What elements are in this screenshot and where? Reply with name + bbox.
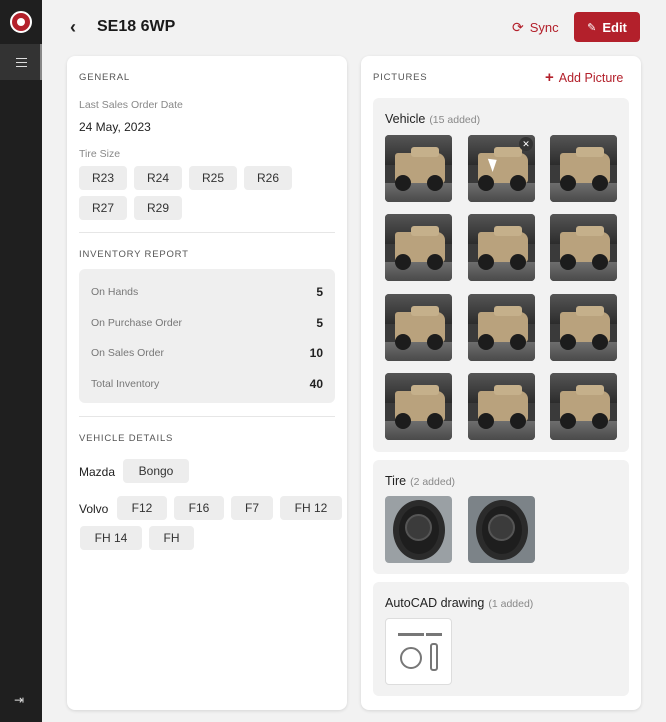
tire-size-chip: R25 bbox=[189, 166, 237, 190]
group-title: AutoCAD drawing (1 added) bbox=[385, 596, 533, 610]
inventory-row: On Hands 5 bbox=[79, 283, 335, 303]
tire-pictures-group: Tire (2 added) bbox=[373, 460, 629, 574]
vehicle-thumbnail[interactable] bbox=[468, 214, 535, 281]
group-title: Tire (2 added) bbox=[385, 474, 455, 488]
vehicle-thumbnail[interactable] bbox=[468, 373, 535, 440]
group-title-text: Tire bbox=[385, 474, 407, 488]
tire-size-chip: R23 bbox=[79, 166, 127, 190]
tire-thumbnail[interactable] bbox=[468, 496, 535, 563]
pictures-heading: PICTURES bbox=[373, 72, 428, 83]
tire-size-chip: R27 bbox=[79, 196, 127, 220]
inventory-row-value: 10 bbox=[309, 346, 323, 360]
top-bar: ‹ SE18 6WP ⟳ Sync ✎ Edit bbox=[42, 0, 666, 56]
inventory-row-label: On Purchase Order bbox=[91, 317, 183, 329]
vehicle-brand: Mazda bbox=[79, 465, 116, 479]
tire-size-chip: R29 bbox=[134, 196, 182, 220]
vehicle-thumbnail[interactable] bbox=[385, 214, 452, 281]
sidebar-item-list[interactable] bbox=[0, 44, 42, 80]
vehicle-thumbnail[interactable] bbox=[468, 294, 535, 361]
details-card: GENERAL Last Sales Order Date 24 May, 20… bbox=[67, 56, 347, 710]
group-title-text: Vehicle bbox=[385, 112, 426, 126]
inventory-row-label: On Sales Order bbox=[91, 347, 164, 359]
edit-label: Edit bbox=[602, 19, 627, 35]
logo-icon[interactable] bbox=[10, 11, 32, 33]
tire-size-label: Tire Size bbox=[79, 148, 121, 160]
inventory-row-value: 5 bbox=[316, 285, 323, 299]
logout-icon[interactable]: ⇥ bbox=[14, 693, 24, 707]
plus-icon: + bbox=[545, 69, 554, 86]
last-order-label: Last Sales Order Date bbox=[79, 99, 183, 111]
inventory-row: Total Inventory 40 bbox=[79, 375, 335, 395]
autocad-thumbnail[interactable] bbox=[385, 618, 452, 685]
inventory-row: On Sales Order 10 bbox=[79, 344, 335, 364]
back-icon[interactable]: ‹ bbox=[70, 17, 76, 38]
vehicle-thumbnail[interactable] bbox=[550, 214, 617, 281]
vehicle-thumbnail[interactable] bbox=[385, 135, 452, 202]
edit-button[interactable]: ✎ Edit bbox=[574, 12, 640, 42]
divider bbox=[79, 232, 335, 233]
edit-pencil-icon: ✎ bbox=[587, 21, 597, 34]
inventory-row-value: 5 bbox=[316, 316, 323, 330]
pictures-card: PICTURES + Add Picture Vehicle (15 added)… bbox=[361, 56, 641, 710]
vehicle-model-chip: FH 12 bbox=[280, 496, 342, 520]
inventory-report: On Hands 5 On Purchase Order 5 On Sales … bbox=[79, 269, 335, 403]
inventory-row-label: On Hands bbox=[91, 286, 139, 298]
vehicle-thumbnail[interactable] bbox=[550, 294, 617, 361]
inventory-row-label: Total Inventory bbox=[91, 378, 160, 390]
sync-label: Sync bbox=[529, 20, 559, 35]
vehicle-model-chip: FH 14 bbox=[80, 526, 142, 550]
vehicle-thumbnail[interactable] bbox=[385, 294, 452, 361]
tire-size-chip: R24 bbox=[134, 166, 182, 190]
general-heading: GENERAL bbox=[79, 72, 131, 83]
sidebar: ⇥ bbox=[0, 0, 42, 722]
group-count: (2 added) bbox=[410, 476, 456, 488]
vehicle-model-chip: F12 bbox=[117, 496, 167, 520]
divider bbox=[79, 416, 335, 417]
vehicle-model-chip: F7 bbox=[231, 496, 273, 520]
add-picture-button[interactable]: + Add Picture bbox=[545, 69, 623, 86]
group-title: Vehicle (15 added) bbox=[385, 112, 480, 126]
vehicle-thumbnail[interactable] bbox=[550, 135, 617, 202]
tire-size-chip: R26 bbox=[244, 166, 292, 190]
vehicle-model-chip: FH bbox=[149, 526, 194, 550]
page-title: SE18 6WP bbox=[97, 18, 176, 35]
inventory-heading: INVENTORY REPORT bbox=[79, 249, 189, 260]
vehicle-thumbnail[interactable]: ✕ bbox=[468, 135, 535, 202]
list-icon bbox=[15, 57, 27, 67]
group-title-text: AutoCAD drawing bbox=[385, 596, 485, 610]
group-count: (15 added) bbox=[429, 114, 481, 126]
vehicle-thumbnail[interactable] bbox=[385, 373, 452, 440]
inventory-row-value: 40 bbox=[309, 377, 323, 391]
vehicle-thumbnail[interactable] bbox=[550, 373, 617, 440]
vehicle-brand: Volvo bbox=[79, 502, 109, 516]
add-picture-label: Add Picture bbox=[558, 70, 624, 85]
close-icon[interactable]: ✕ bbox=[519, 137, 533, 151]
group-count: (1 added) bbox=[488, 598, 534, 610]
autocad-pictures-group: AutoCAD drawing (1 added) bbox=[373, 582, 629, 696]
vehicle-pictures-group: Vehicle (15 added) ✕ bbox=[373, 98, 629, 452]
vehicle-details-heading: VEHICLE DETAILS bbox=[79, 433, 174, 444]
tire-thumbnail[interactable] bbox=[385, 496, 452, 563]
sync-icon: ⟳ bbox=[512, 19, 524, 35]
inventory-row: On Purchase Order 5 bbox=[79, 314, 335, 334]
sync-button[interactable]: ⟳ Sync bbox=[512, 19, 559, 36]
vehicle-model-chip: F16 bbox=[174, 496, 224, 520]
last-order-value: 24 May, 2023 bbox=[79, 120, 151, 134]
vehicle-model-chip: Bongo bbox=[123, 459, 189, 483]
